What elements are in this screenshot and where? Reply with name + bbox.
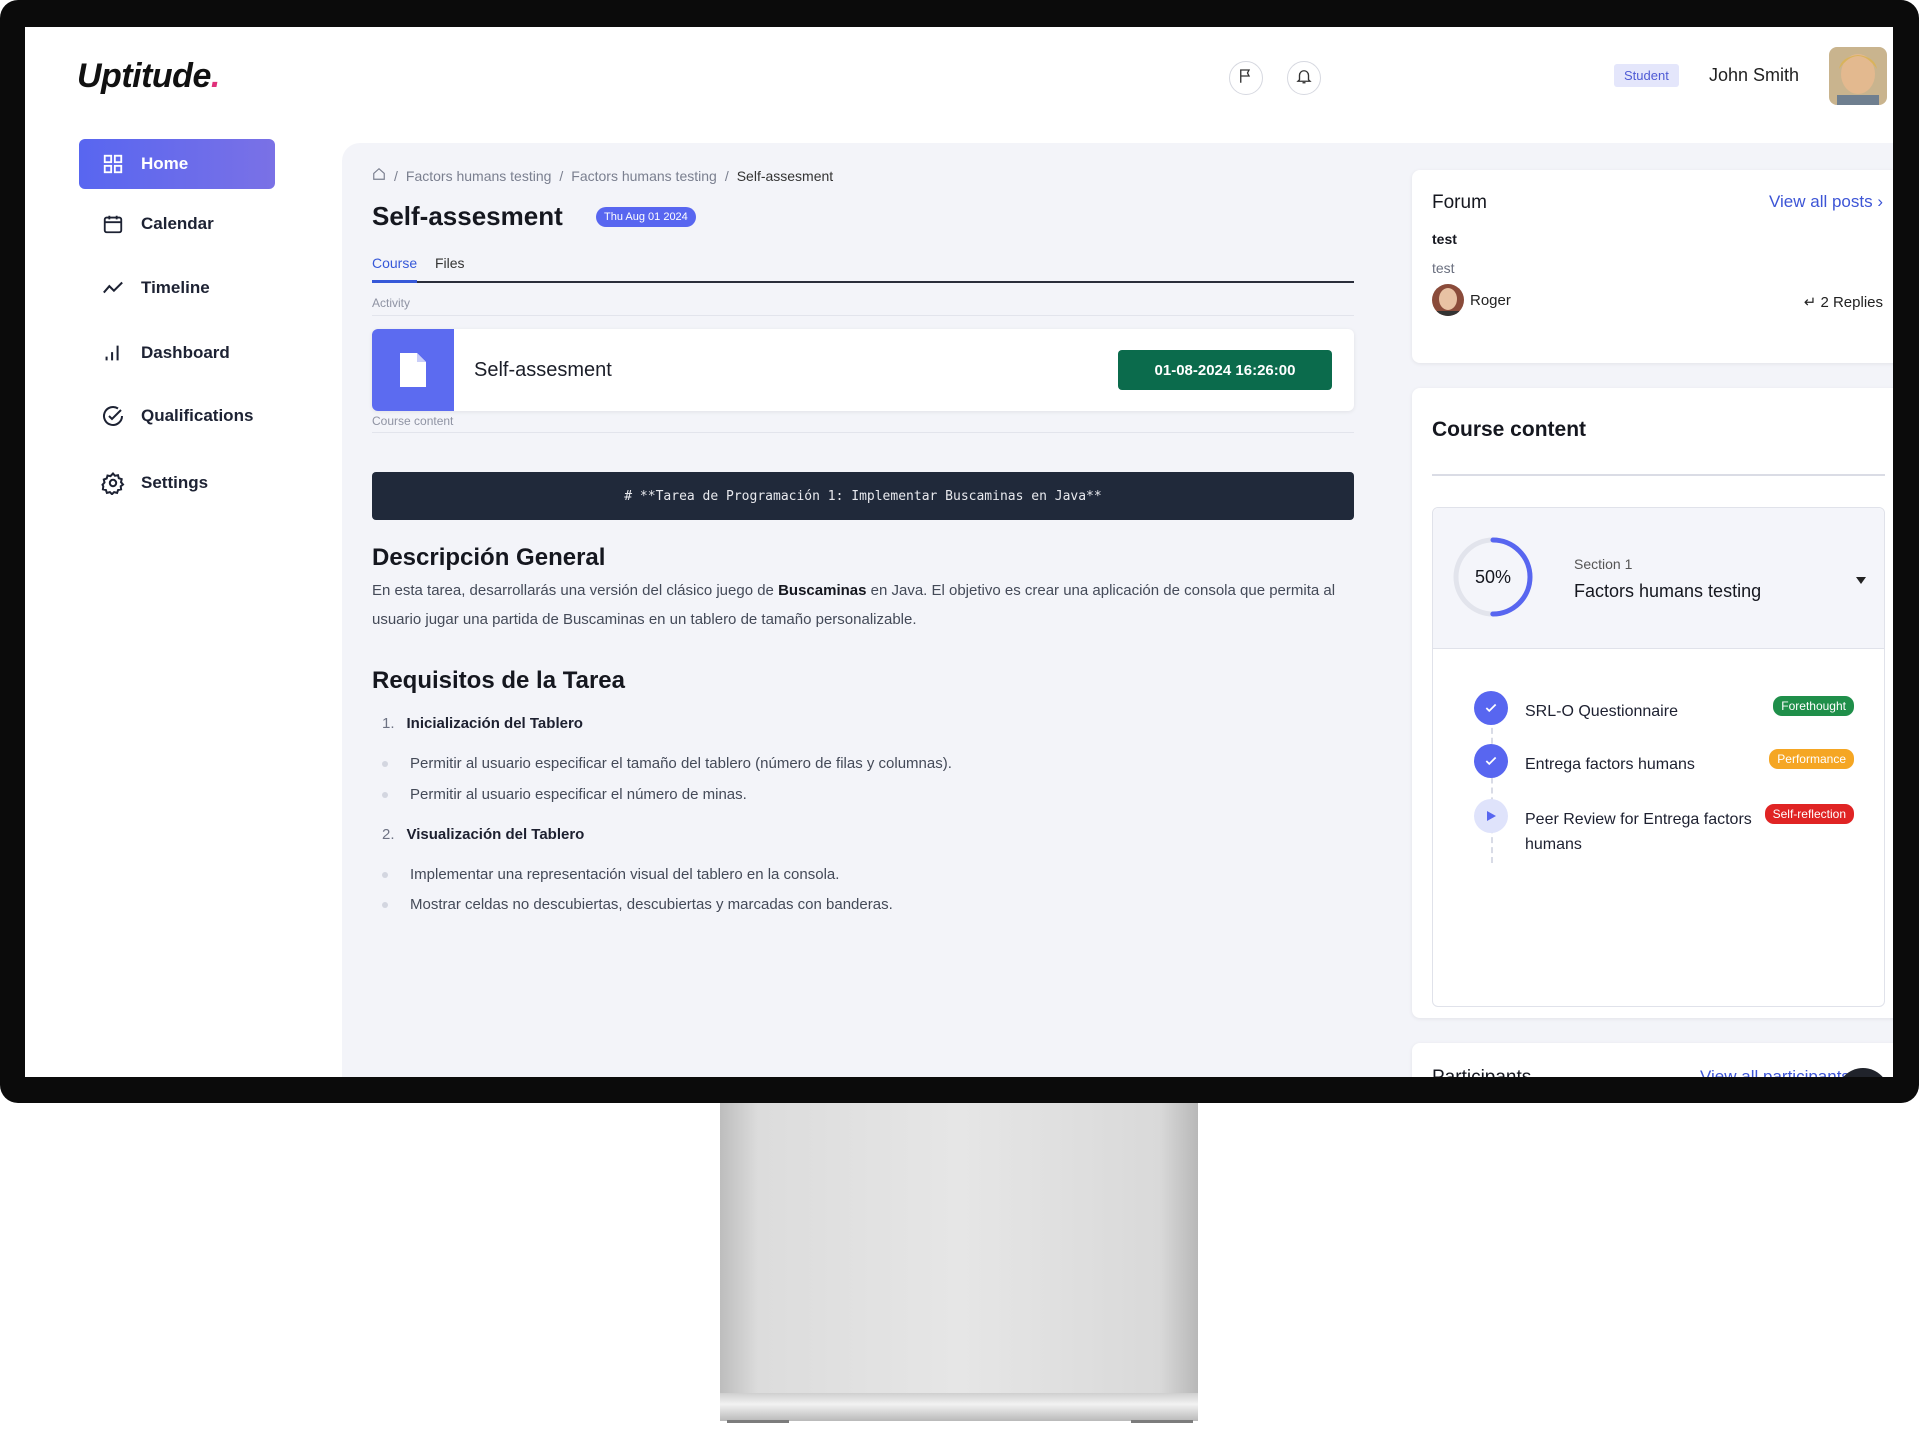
active-tab-indicator: [372, 280, 417, 283]
activity-label: Activity: [372, 296, 411, 310]
sidebar-item-timeline[interactable]: Timeline: [79, 263, 275, 313]
flag-button[interactable]: [1229, 61, 1263, 95]
grid-icon: [101, 152, 125, 176]
stand-foot-shadow: [727, 1420, 789, 1423]
sidebar-item-calendar[interactable]: Calendar: [79, 199, 275, 249]
participants-title: Participants: [1432, 1067, 1531, 1077]
activity-card[interactable]: Self-assesment 01-08-2024 16:26:00: [372, 329, 1354, 411]
breadcrumb-current: Self-assesment: [736, 167, 834, 184]
requirements-heading: Requisitos de la Tarea: [372, 667, 625, 694]
page-title: Self-assesment: [372, 201, 563, 231]
role-badge: Student: [1614, 64, 1679, 87]
course-content-label: Course content: [372, 414, 454, 428]
course-content-title: Course content: [1432, 418, 1587, 441]
divider: [372, 432, 1354, 433]
requirement-bullet: Mostrar celdas no descubiertas, descubie…: [382, 896, 893, 913]
task-tag: Performance: [1769, 749, 1854, 769]
task-tag: Forethought: [1773, 696, 1854, 716]
check-circle-icon: [101, 404, 125, 428]
sidebar-item-label: Settings: [141, 473, 209, 492]
description-paragraph: En esta tarea, desarrollarás una versión…: [372, 582, 1336, 628]
sidebar-item-label: Calendar: [141, 214, 214, 233]
sidebar-item-label: Qualifications: [141, 406, 254, 425]
date-badge: Thu Aug 01 2024: [596, 207, 696, 227]
task-name: Peer Review for Entrega factors humans: [1525, 811, 1752, 853]
timeline-connector: [1491, 708, 1493, 863]
activity-datetime-button[interactable]: 01-08-2024 16:26:00: [1118, 350, 1332, 390]
breadcrumb-link[interactable]: Factors humans testing: [406, 168, 552, 184]
bell-icon: [1295, 67, 1313, 90]
sidebar-item-label: Timeline: [141, 278, 210, 297]
author-avatar: [1432, 284, 1464, 316]
task-name: Entrega factors humans: [1525, 756, 1695, 773]
divider: [372, 315, 1354, 316]
sidebar-item-label: Dashboard: [141, 343, 230, 362]
monitor-stand: [720, 1103, 1198, 1393]
activity-title: Self-assesment: [474, 359, 612, 381]
progress-label: 50%: [1474, 566, 1512, 587]
chevron-down-icon[interactable]: [1855, 575, 1867, 587]
content-tabs: Course Files: [372, 251, 1354, 283]
tab-files[interactable]: Files: [435, 255, 465, 271]
bar-chart-icon: [101, 341, 125, 365]
check-icon: [1474, 744, 1508, 778]
play-icon: [1474, 799, 1508, 833]
code-header: # **Tarea de Programación 1: Implementar…: [372, 472, 1354, 520]
task-tag: Self-reflection: [1764, 804, 1854, 824]
post-body: test: [1432, 260, 1455, 276]
description-heading: Descripción General: [372, 544, 606, 571]
monitor-stand-base: [720, 1393, 1198, 1421]
section-name: Factors humans testing: [1574, 581, 1762, 601]
gear-icon: [101, 471, 125, 495]
calendar-icon: [101, 212, 125, 236]
requirement-title: 2. Visualización del Tablero: [382, 826, 585, 843]
requirement-bullet: Permitir al usuario especificar el númer…: [382, 786, 747, 803]
replies-count[interactable]: ↵ 2 Replies: [1804, 293, 1883, 311]
post-author: Roger: [1432, 284, 1511, 316]
participants-card: Participants View all participants: [1412, 1043, 1893, 1077]
app-logo[interactable]: Uptitude.: [77, 57, 220, 96]
forum-card: Forum View all posts › test test Roger ↵…: [1412, 170, 1893, 363]
task-name: SRL-O Questionnaire: [1525, 703, 1678, 720]
section-accordion: 50% Section 1 Factors humans testing SRL…: [1432, 507, 1885, 1007]
notifications-button[interactable]: [1287, 61, 1321, 95]
course-content-card: Course content 50% Section 1 Factors hum…: [1412, 388, 1893, 1018]
sidebar-item-qualifications[interactable]: Qualifications: [79, 391, 275, 441]
sidebar-item-dashboard[interactable]: Dashboard: [79, 328, 275, 378]
trend-line-icon: [101, 276, 125, 300]
document-icon: [372, 329, 454, 411]
view-all-participants-link[interactable]: View all participants: [1700, 1067, 1850, 1077]
stand-foot-shadow: [1131, 1420, 1193, 1423]
breadcrumb-link[interactable]: Factors humans testing: [571, 168, 717, 184]
app-screen: Uptitude. Student John Smith Home Calend…: [25, 27, 1893, 1077]
section-number: Section 1: [1574, 556, 1633, 572]
user-name[interactable]: John Smith: [1709, 65, 1799, 86]
requirement-bullet: Permitir al usuario especificar el tamañ…: [382, 755, 952, 772]
check-icon: [1474, 691, 1508, 725]
user-avatar[interactable]: [1829, 47, 1887, 105]
home-icon[interactable]: [372, 167, 386, 184]
view-all-posts-link[interactable]: View all posts ›: [1769, 192, 1883, 212]
sidebar-item-settings[interactable]: Settings: [79, 458, 275, 508]
flag-icon: [1237, 67, 1255, 90]
divider: [1432, 474, 1885, 476]
requirement-title: 1. Inicialización del Tablero: [382, 715, 583, 732]
sidebar-item-home[interactable]: Home: [79, 139, 275, 189]
post-title[interactable]: test: [1432, 231, 1457, 247]
forum-title: Forum: [1432, 192, 1487, 213]
section-header[interactable]: 50% Section 1 Factors humans testing: [1433, 508, 1884, 649]
requirement-bullet: Implementar una representación visual de…: [382, 866, 839, 883]
sidebar-item-label: Home: [141, 154, 189, 173]
breadcrumb: / Factors humans testing / Factors human…: [372, 167, 833, 184]
monitor-frame: Uptitude. Student John Smith Home Calend…: [0, 0, 1919, 1103]
tab-course[interactable]: Course: [372, 255, 417, 271]
